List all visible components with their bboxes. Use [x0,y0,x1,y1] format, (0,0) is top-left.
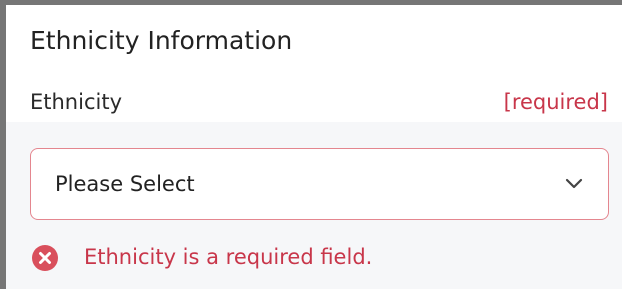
form-section-header: Ethnicity Information Ethnicity [require… [6,5,622,122]
error-message: Ethnicity is a required field. [84,245,373,269]
section-title: Ethnicity Information [30,26,293,55]
chevron-down-icon [565,178,583,189]
ethnicity-field-label: Ethnicity [30,90,122,114]
error-x-circle-icon [32,245,58,271]
select-current-value: Please Select [55,172,195,196]
required-indicator: [required] [503,90,608,114]
ethnicity-select[interactable]: Please Select [30,148,609,220]
field-body: Please Select Ethnicity is a required fi… [6,122,622,289]
